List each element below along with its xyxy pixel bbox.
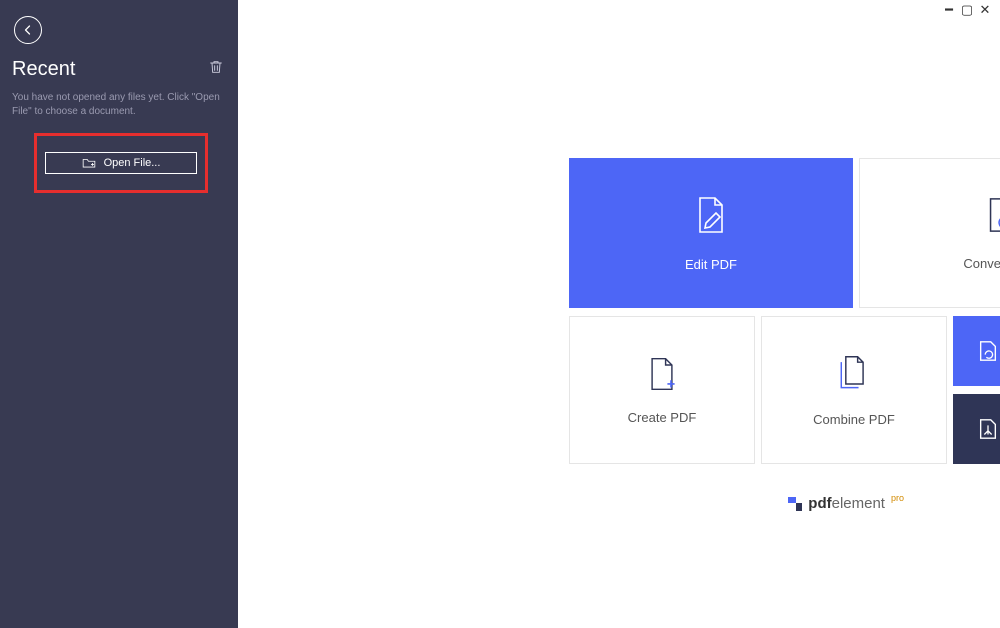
create-pdf-tile[interactable]: Create PDF — [569, 316, 755, 464]
maximize-button[interactable]: ▢ — [960, 3, 974, 17]
batch-process-tile[interactable]: Batch Process — [953, 316, 1000, 386]
edit-pdf-icon — [691, 195, 731, 235]
brand-name-prefix: pdf — [808, 495, 831, 512]
pdf-templates-icon — [977, 418, 999, 440]
open-file-label: Open File... — [104, 157, 161, 169]
chevron-left-icon — [22, 24, 34, 36]
combine-pdf-icon — [834, 354, 874, 394]
edit-pdf-label: Edit PDF — [685, 257, 737, 272]
branding: pdfelement pro — [788, 495, 904, 512]
edit-pdf-tile[interactable]: Edit PDF — [569, 158, 853, 308]
close-button[interactable]: ✕ — [978, 3, 992, 17]
back-button[interactable] — [14, 16, 42, 44]
recent-empty-message: You have not opened any files yet. Click… — [10, 91, 228, 133]
create-pdf-icon — [644, 356, 680, 392]
main-area: ━ ▢ ✕ Edit PDF — [238, 0, 1000, 628]
convert-pdf-icon — [982, 196, 1000, 234]
batch-process-icon — [977, 340, 999, 362]
brand-logo-icon — [788, 497, 802, 511]
combine-pdf-label: Combine PDF — [813, 412, 895, 427]
minimize-button[interactable]: ━ — [942, 3, 956, 17]
brand-edition: pro — [891, 493, 904, 503]
create-pdf-label: Create PDF — [628, 410, 697, 425]
delete-recent-button[interactable] — [208, 58, 224, 81]
convert-pdf-label: Convert PDF — [963, 256, 1000, 271]
open-file-highlight: Open File... — [34, 133, 208, 193]
folder-open-icon — [82, 157, 96, 169]
trash-icon — [208, 58, 224, 76]
action-tiles: Edit PDF Convert PDF — [569, 158, 1000, 472]
sidebar: Recent You have not opened any files yet… — [0, 0, 238, 628]
combine-pdf-tile[interactable]: Combine PDF — [761, 316, 947, 464]
recent-title: Recent — [12, 58, 75, 81]
convert-pdf-tile[interactable]: Convert PDF — [859, 158, 1000, 308]
open-file-button[interactable]: Open File... — [45, 152, 197, 174]
brand-name-suffix: element — [832, 495, 885, 512]
pdf-templates-tile[interactable]: PDF Templates — [953, 394, 1000, 464]
